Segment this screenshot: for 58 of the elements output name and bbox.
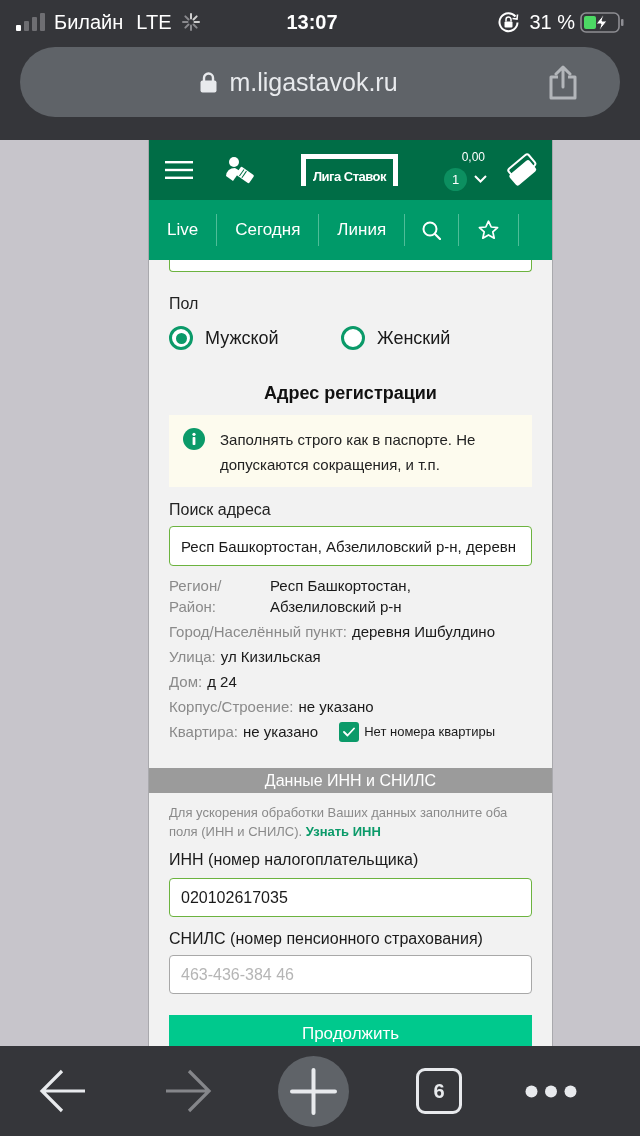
gender-radio-option[interactable]: Мужской <box>169 326 279 350</box>
address-search-field[interactable]: Респ Башкортостан, Абзелиловский р-н, деревн <box>169 526 532 566</box>
nav-tab[interactable]: Линия <box>319 200 405 260</box>
battery-charging-icon <box>580 11 624 33</box>
url-text[interactable]: m.ligastavok.ru <box>229 69 398 95</box>
snils-field[interactable]: 463-436-384 46 <box>169 955 532 994</box>
signal-strength-icon <box>16 13 45 31</box>
gender-radio-option[interactable]: Женский <box>341 326 451 350</box>
section-header: Данные ИНН и СНИЛС <box>149 768 552 793</box>
plus-icon <box>290 1067 337 1115</box>
balance-amount: 0,00 <box>461 149 485 164</box>
checkbox-label[interactable]: Нет номера квартиры <box>364 721 496 742</box>
network-type: LTE <box>136 12 172 32</box>
check-icon <box>343 726 356 737</box>
address-search-label: Поиск адреса <box>169 500 272 520</box>
address-detail-value: ул Кизильская <box>220 647 321 667</box>
address-detail-label: Регион/ Район: <box>169 576 223 617</box>
clock-time: 13:07 <box>286 12 338 32</box>
arrow-right-icon <box>164 1069 212 1113</box>
search-icon <box>422 220 442 240</box>
share-icon[interactable] <box>548 64 578 100</box>
snils-label: СНИЛС (номер пенсионного страхования) <box>169 929 484 949</box>
find-inn-link[interactable]: Узнать ИНН <box>305 824 381 839</box>
address-detail-value: не указано <box>298 697 374 717</box>
star-icon <box>478 220 500 240</box>
person-ticket-icon[interactable] <box>225 156 255 184</box>
carrier-name: Билайн <box>54 12 124 32</box>
lock-icon <box>200 71 218 93</box>
inn-field[interactable]: 020102617035 <box>169 878 532 917</box>
address-detail-value: д 24 <box>207 672 237 692</box>
address-detail-value: не указано <box>243 722 319 742</box>
bet-count-badge[interactable]: 1 <box>444 167 467 191</box>
input-field[interactable] <box>169 260 532 272</box>
checkbox[interactable] <box>339 721 360 742</box>
menu-icon[interactable] <box>165 161 193 179</box>
address-detail-label: Квартира: <box>169 722 238 742</box>
more-icon[interactable] <box>525 1084 577 1098</box>
rotation-lock-icon <box>498 11 520 33</box>
logo[interactable]: Лига Ставок <box>301 154 398 186</box>
chevron-down-icon[interactable] <box>474 175 487 183</box>
nav-tab[interactable]: Live <box>149 200 217 260</box>
inn-label: ИНН (номер налогоплательщика) <box>169 850 420 870</box>
inn-hint-text: Для ускорения обработки Ваших данных заполните оба поля (ИНН и СНИЛС). Узнать ИНН <box>169 804 509 841</box>
battery-percentage: 31 % <box>529 12 575 32</box>
address-detail-label: Улица: <box>169 647 216 667</box>
notice-text: Заполнять строго как в паспорте. Не допускаются сокращения, и т.п. <box>220 430 477 475</box>
address-detail-label: Корпус/Строение: <box>169 697 294 717</box>
address-detail-label: Город/Населённый пункт: <box>169 622 347 642</box>
arrow-left-icon <box>39 1069 87 1113</box>
back-button[interactable] <box>39 1069 87 1113</box>
address-section-title: Адрес регистрации <box>263 382 438 405</box>
info-icon <box>183 428 205 450</box>
gender-label: Пол <box>169 294 200 314</box>
address-detail-label: Дом: <box>169 672 203 692</box>
tabs-button[interactable]: 6 <box>416 1068 462 1114</box>
nav-tab[interactable]: Сегодня <box>217 200 319 260</box>
loading-spinner-icon <box>180 12 201 32</box>
address-detail-value: деревня Ишбулдино <box>351 622 495 642</box>
